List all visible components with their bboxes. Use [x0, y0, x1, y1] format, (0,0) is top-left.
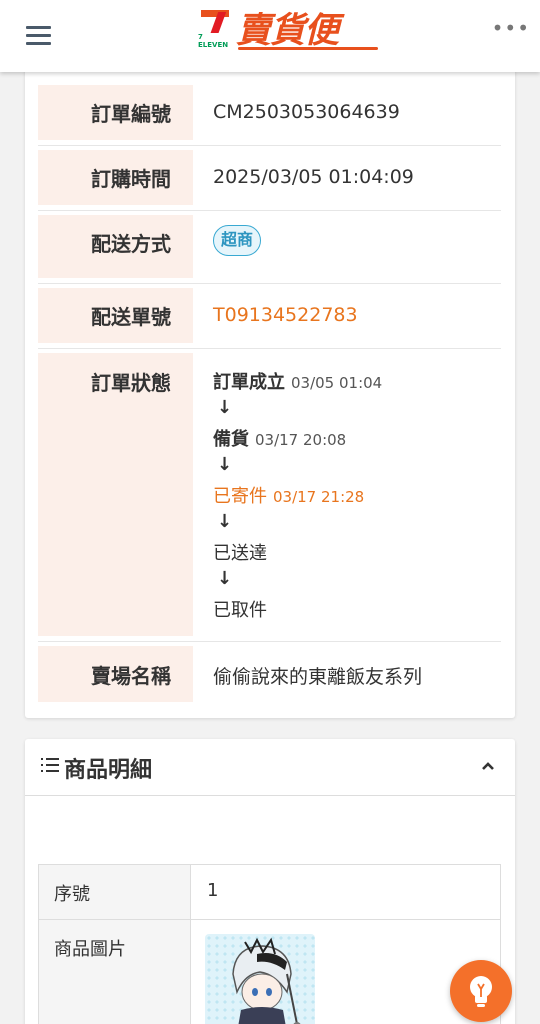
- lightbulb-fab-button[interactable]: [450, 960, 512, 1022]
- product-image-label: 商品圖片: [54, 939, 126, 960]
- serial-value: 1: [207, 880, 219, 901]
- lightbulb-icon: [470, 976, 492, 1007]
- arrow-down-icon: ↓: [217, 568, 233, 589]
- status-step-delivered: 已送達: [213, 543, 267, 564]
- product-details-header[interactable]: 商品明細: [25, 739, 515, 796]
- order-status-label: 訂單狀態: [91, 371, 171, 395]
- arrow-down-icon: ↓: [217, 454, 233, 475]
- shipping-number-label: 配送單號: [91, 305, 171, 329]
- order-status-row: 訂單狀態 訂單成立 03/05 01:04 ↓ 備貨 03/17 20:08 ↓ 已…: [38, 349, 501, 642]
- list-icon: [41, 758, 59, 772]
- product-details-title: 商品明細: [64, 758, 153, 783]
- logo[interactable]: 7 ELEVEN 賣貨便: [198, 9, 383, 53]
- delivery-method-label: 配送方式: [91, 232, 171, 256]
- logo-swoosh: [238, 47, 378, 50]
- logo-brand: 7 ELEVEN: [198, 33, 232, 49]
- product-thumbnail[interactable]: [205, 934, 315, 1024]
- status-step-preparing: 備貨 03/17 20:08: [213, 429, 347, 450]
- table-row: 序號 1: [39, 865, 500, 920]
- status-step-created: 訂單成立 03/05 01:04: [213, 372, 383, 393]
- order-time-label: 訂購時間: [91, 167, 171, 191]
- convenience-store-badge: 超商: [213, 225, 262, 256]
- chevron-up-icon[interactable]: [481, 755, 495, 776]
- seven-eleven-logo-icon: 7 ELEVEN: [198, 9, 232, 53]
- app-header: 7 ELEVEN 賣貨便 •••: [0, 0, 540, 72]
- order-number-label: 訂單編號: [91, 102, 171, 126]
- store-name-value: 偷偷說來的東離飯友系列: [213, 666, 423, 688]
- menu-icon[interactable]: [26, 26, 51, 46]
- order-number-value: CM2503053064639: [213, 101, 400, 123]
- product-table: 序號 1 商品圖片: [38, 864, 501, 1024]
- order-number-row: 訂單編號 CM2503053064639: [38, 85, 501, 146]
- arrow-down-icon: ↓: [217, 397, 233, 418]
- order-info-card: 訂單編號 CM2503053064639 訂購時間 2025/03/05 01:…: [25, 60, 515, 718]
- shipping-number-link[interactable]: T09134522783: [213, 304, 358, 326]
- arrow-down-icon: ↓: [217, 511, 233, 532]
- order-time-row: 訂購時間 2025/03/05 01:04:09: [38, 146, 501, 211]
- status-step-picked-up: 已取件: [213, 600, 267, 621]
- store-name-label: 賣場名稱: [91, 664, 171, 688]
- more-dots-icon[interactable]: •••: [492, 18, 530, 38]
- delivery-method-row: 配送方式 超商: [38, 211, 501, 284]
- order-time-value: 2025/03/05 01:04:09: [213, 166, 414, 188]
- serial-label: 序號: [54, 884, 90, 905]
- product-details-card: 商品明細 序號 1 商品圖片: [25, 739, 515, 1024]
- shipping-number-row: 配送單號 T09134522783: [38, 284, 501, 349]
- store-name-row: 賣場名稱 偷偷說來的東離飯友系列: [38, 642, 501, 702]
- table-row: 商品圖片: [39, 920, 500, 1024]
- status-step-shipped: 已寄件 03/17 21:28: [213, 486, 365, 507]
